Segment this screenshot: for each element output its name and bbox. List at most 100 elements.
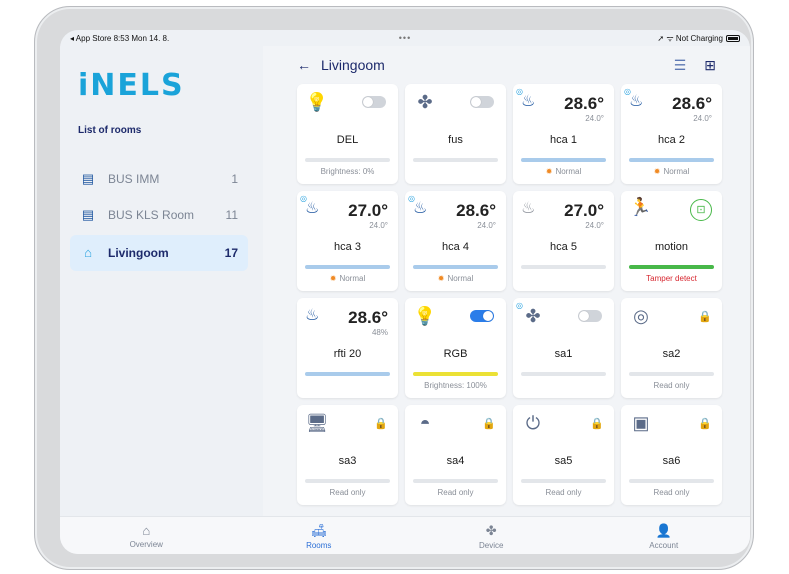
room-list-icon: ▤: [81, 207, 95, 222]
tab-label: Overview: [129, 540, 163, 549]
mode-status: ✹ Normal: [297, 274, 398, 283]
device-card-hca-1[interactable]: ◎ ♨ 28.6° 24.0° hca 1 ✹ Normal: [513, 84, 614, 184]
room-item-bus-imm[interactable]: ▤ BUS IMM 1: [70, 161, 248, 197]
device-name: rfti 20: [333, 348, 362, 360]
sun-icon: ✹: [437, 274, 445, 283]
room-count: 17: [224, 246, 238, 260]
device-name: hca 5: [550, 241, 577, 253]
running-person-icon: 🏃: [629, 197, 652, 217]
set-temperature: 24.0°: [477, 221, 496, 230]
mode-label: Normal: [339, 274, 366, 283]
set-temperature: 24.0°: [585, 114, 604, 123]
lock-badge-icon: ⊡: [690, 199, 712, 221]
device-name: sa3: [338, 455, 357, 467]
sofa-icon: 🛋: [310, 523, 327, 538]
page-title: Livingoom: [321, 57, 385, 73]
device-card-hca-5[interactable]: ♨ 27.0° 24.0° hca 5: [513, 191, 614, 291]
device-card-sa5[interactable]: ⏻ 🔒 sa5 Read only: [513, 405, 614, 505]
mode-label: Normal: [555, 167, 582, 176]
current-temperature: 28.6°: [564, 94, 604, 113]
level-bar[interactable]: [521, 372, 606, 376]
device-status: Tamper detect: [646, 274, 697, 283]
device-name: DEL: [336, 134, 359, 146]
tab-account[interactable]: 👤 Account: [578, 517, 751, 554]
sensor-icon: ◎: [633, 306, 649, 326]
device-card-fus[interactable]: ✤ fus: [405, 84, 506, 184]
device-card-del[interactable]: 💡 DEL Brightness: 0%: [297, 84, 398, 184]
room-name: BUS IMM: [108, 172, 160, 186]
device-card-hca-4[interactable]: ◎ ♨ 28.6° 24.0° hca 4 ✹ Normal: [405, 191, 506, 291]
device-name: sa4: [446, 455, 465, 467]
home-icon: ⌂: [84, 245, 92, 260]
level-bar: [629, 372, 714, 376]
monitor-icon: 🖥: [305, 413, 329, 433]
device-card-hca-3[interactable]: ◎ ♨ 27.0° 24.0° hca 3 ✹ Normal: [297, 191, 398, 291]
level-bar[interactable]: [413, 158, 498, 162]
temperature-readout: 28.6° 24.0°: [456, 201, 496, 230]
power-toggle[interactable]: [362, 96, 386, 108]
device-name: fus: [448, 134, 463, 146]
room-item-livingoom[interactable]: ⌂ Livingoom 17: [70, 235, 248, 271]
battery-icon: [725, 34, 740, 42]
device-status: Read only: [329, 488, 366, 497]
multitask-dots[interactable]: •••: [293, 33, 516, 43]
humidity-value: 48%: [371, 328, 388, 337]
brightness-slider[interactable]: [413, 372, 498, 376]
tab-rooms[interactable]: 🛋 Rooms: [233, 517, 406, 554]
power-toggle[interactable]: [470, 310, 494, 322]
room-item-bus-kls-room[interactable]: ▤ BUS KLS Room 11: [70, 197, 248, 233]
device-card-sa6[interactable]: ▣ 🔒 sa6 Read only: [621, 405, 722, 505]
power-toggle[interactable]: [578, 310, 602, 322]
device-status: Read only: [653, 488, 690, 497]
power-icon: ⏻: [525, 413, 541, 433]
device-status: Read only: [437, 488, 474, 497]
rooms-list-title: List of rooms: [78, 125, 142, 136]
brightness-slider[interactable]: [305, 158, 390, 162]
device-card-sa1[interactable]: ◎ ✤ sa1: [513, 298, 614, 398]
tab-label: Rooms: [306, 541, 332, 550]
device-name: sa5: [554, 455, 573, 467]
tab-label: Device: [479, 541, 504, 550]
device-name: sa6: [662, 455, 681, 467]
device-card-hca-2[interactable]: ◎ ♨ 28.6° 24.0° hca 2 ✹ Normal: [621, 84, 722, 184]
room-count: 11: [225, 208, 238, 222]
bulb-icon: 💡: [413, 306, 437, 326]
tab-label: Account: [649, 541, 679, 550]
device-card-rgb[interactable]: 💡 RGB Brightness: 100%: [405, 298, 506, 398]
level-bar: [521, 479, 606, 483]
device-name: hca 2: [658, 134, 685, 146]
tab-overview[interactable]: ⌂ Overview: [60, 517, 233, 554]
device-card-sa2[interactable]: ◎ 🔒 sa2 Read only: [621, 298, 722, 398]
tab-device[interactable]: ✤ Device: [405, 517, 578, 554]
bottom-tab-bar: ⌂ Overview 🛋 Rooms ✤ Device 👤 Account: [60, 516, 750, 554]
device-card-sa3[interactable]: 🖥 🔒 sa3 Read only: [297, 405, 398, 505]
room-list-icon: ▤: [81, 171, 95, 186]
back-arrow-icon[interactable]: ←: [297, 57, 311, 73]
user-icon: 👤: [655, 523, 672, 538]
heating-bar: [521, 158, 606, 162]
bulb-icon: 💡: [305, 92, 329, 112]
power-toggle[interactable]: [470, 96, 494, 108]
heater-icon: ♨: [521, 93, 536, 110]
sun-icon: ✹: [653, 167, 661, 176]
level-bar: [629, 479, 714, 483]
heating-bar: [521, 265, 606, 269]
heater-icon: ♨: [305, 200, 320, 217]
temperature-readout: 28.6° 24.0°: [564, 94, 604, 123]
device-card-motion[interactable]: 🏃 ⊡ motion Tamper detect: [621, 191, 722, 291]
lock-icon: 🔒: [698, 311, 712, 323]
sun-icon: ✹: [329, 274, 337, 283]
list-view-icon[interactable]: ☰: [674, 57, 687, 74]
device-status: Brightness: 0%: [320, 167, 375, 176]
device-name: sa1: [554, 348, 573, 360]
device-card-sa4[interactable]: ◓ 🔒 sa4 Read only: [405, 405, 506, 505]
mode-status: ✹ Normal: [621, 167, 722, 176]
device-card-rfti-20[interactable]: ♨ 28.6° 48% rfti 20: [297, 298, 398, 398]
heating-bar: [305, 372, 390, 376]
grid-view-icon[interactable]: ⊞: [704, 57, 716, 74]
heater-icon: ♨: [413, 200, 428, 217]
heating-bar: [629, 158, 714, 162]
level-bar: [305, 479, 390, 483]
device-grid: 💡 DEL Brightness: 0% ✤ fus ◎ ♨ 28.6° 24.…: [297, 84, 723, 505]
dome-device-icon: ◓: [419, 413, 431, 433]
